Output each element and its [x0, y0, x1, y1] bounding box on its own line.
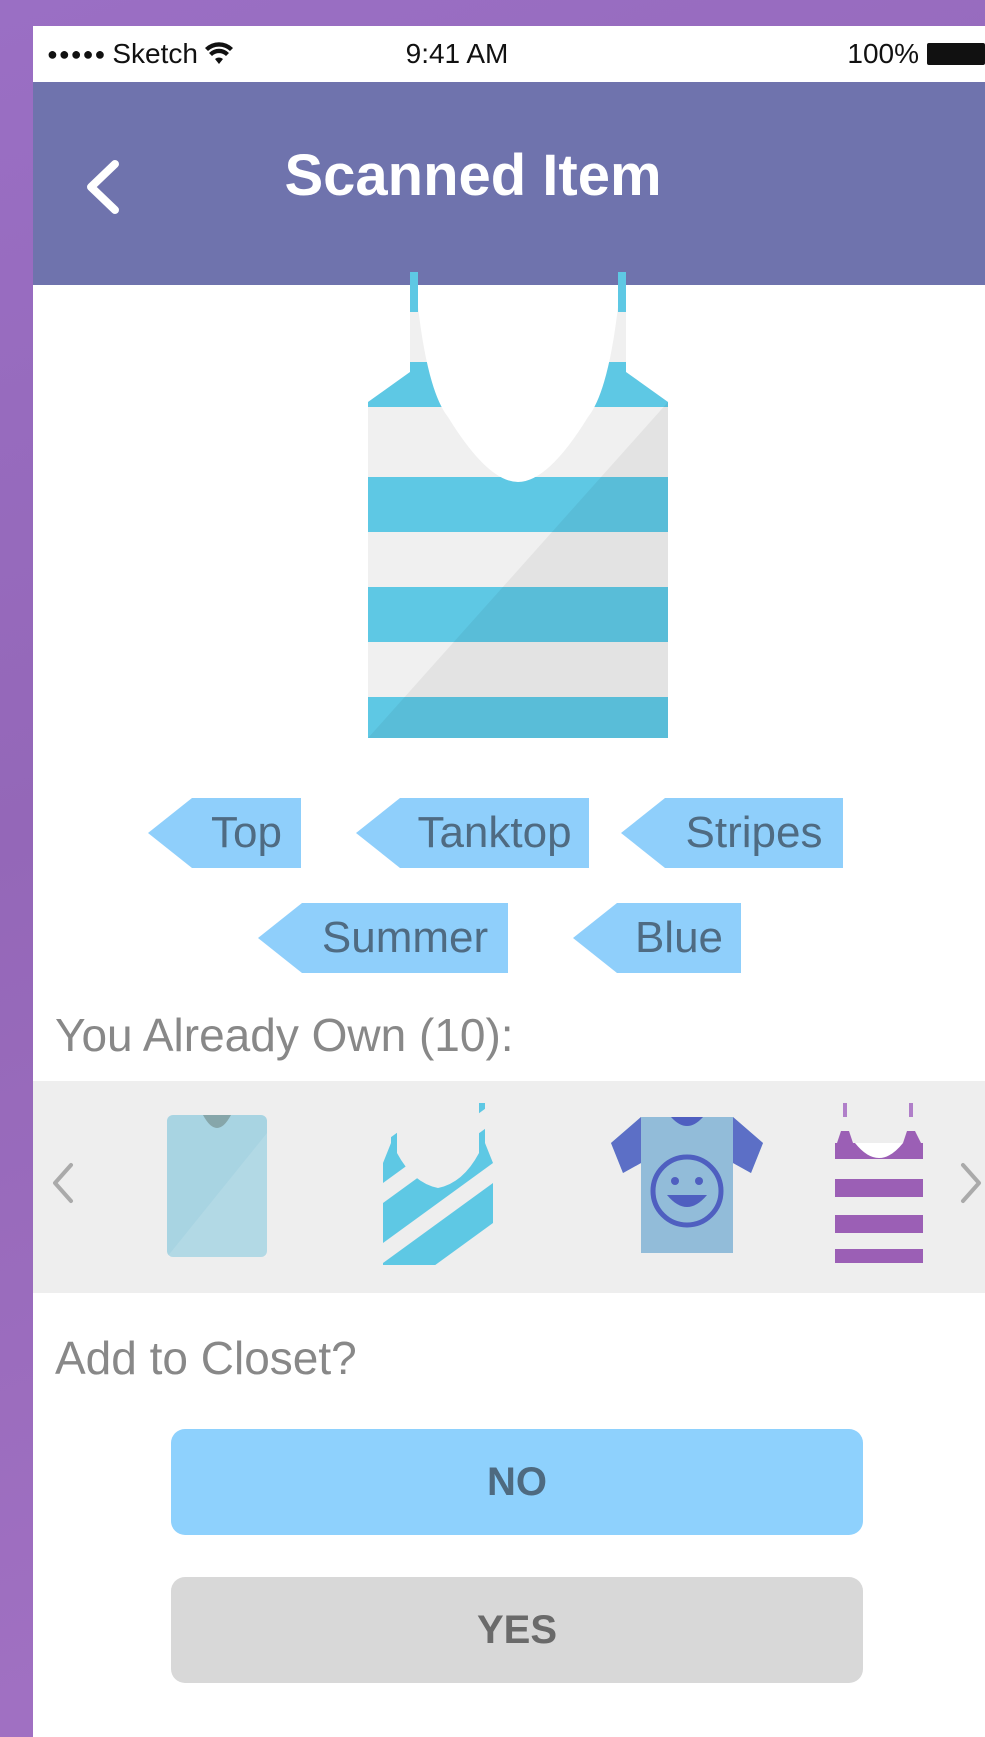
tag-blue[interactable]: Blue — [573, 903, 741, 973]
tag-label: Blue — [617, 903, 741, 973]
tag-arrow — [621, 798, 665, 868]
light-blue-tee-icon[interactable] — [165, 1113, 269, 1259]
carousel-prev-button[interactable] — [43, 1153, 83, 1213]
chevron-left-icon — [53, 1163, 73, 1203]
tag-summer[interactable]: Summer — [258, 903, 508, 973]
status-right: 100% — [847, 38, 985, 70]
status-bar: ●●●●● Sketch 9:41 AM 100% — [33, 26, 985, 82]
tag-tanktop[interactable]: Tanktop — [356, 798, 589, 868]
yes-button[interactable]: YES — [171, 1577, 863, 1683]
page-title: Scanned Item — [284, 143, 662, 208]
tag-arrow — [148, 798, 192, 868]
chevron-right-icon — [961, 1163, 981, 1203]
striped-tanktop-icon — [368, 272, 668, 738]
battery-percent: 100% — [847, 38, 919, 69]
owned-items-carousel — [33, 1081, 985, 1293]
battery-icon — [927, 43, 985, 65]
add-to-closet-label: Add to Closet? — [55, 1332, 357, 1384]
tag-label: Tanktop — [400, 798, 589, 868]
carousel-next-button[interactable] — [951, 1153, 985, 1213]
tag-arrow — [573, 903, 617, 973]
tag-arrow — [356, 798, 400, 868]
tag-stripes[interactable]: Stripes — [621, 798, 843, 868]
smiley-tee-icon[interactable] — [611, 1117, 763, 1253]
diagonal-stripe-tanktop-icon[interactable] — [383, 1103, 493, 1265]
purple-stripe-tanktop-icon[interactable] — [835, 1103, 923, 1267]
tag-arrow — [258, 903, 302, 973]
tag-label: Stripes — [665, 798, 843, 868]
no-button[interactable]: NO — [171, 1429, 863, 1535]
nav-bar: Scanned Item — [33, 82, 985, 285]
tag-label: Summer — [302, 903, 508, 973]
tag-top[interactable]: Top — [148, 798, 301, 868]
tag-label: Top — [192, 798, 301, 868]
status-time: 9:41 AM — [405, 38, 509, 69]
owned-label: You Already Own (10): — [55, 1009, 514, 1061]
phone-screen: ●●●●● Sketch 9:41 AM 100% Scanned Item T… — [33, 26, 985, 1737]
